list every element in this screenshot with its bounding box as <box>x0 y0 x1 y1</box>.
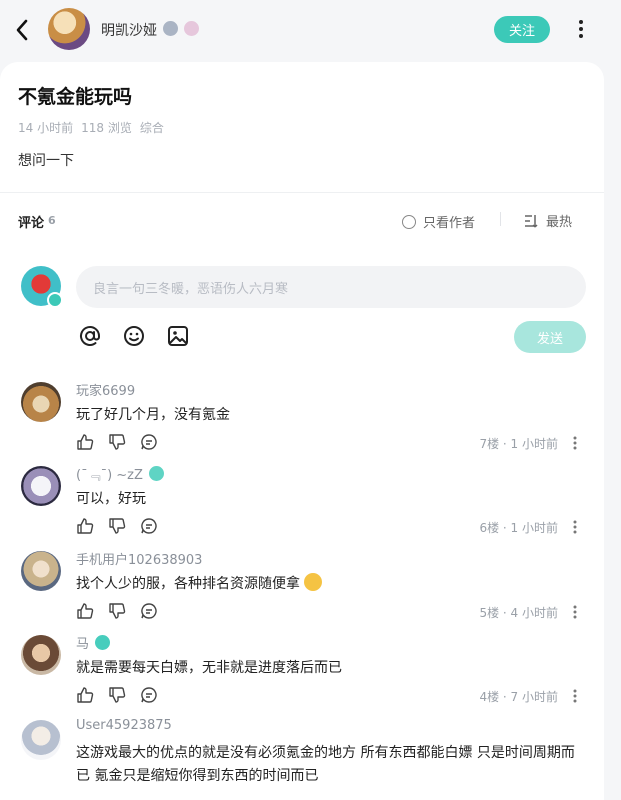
post-category: 综合 <box>139 121 164 135</box>
author-name[interactable]: 明凯沙娅 <box>101 20 157 40</box>
radio-icon <box>402 214 416 229</box>
comment-more-icon[interactable] <box>571 435 579 451</box>
username-text: User45923875 <box>76 718 172 733</box>
like-icon[interactable] <box>76 433 94 451</box>
like-icon[interactable] <box>76 602 94 620</box>
image-icon[interactable] <box>166 324 190 348</box>
comment-username[interactable]: 玩家6699 <box>76 380 135 399</box>
user-badge-icon <box>148 466 164 481</box>
like-icon[interactable] <box>76 686 94 704</box>
author-avatar[interactable] <box>48 8 90 50</box>
post-body: 想问一下 <box>18 153 74 169</box>
comment-actions <box>76 517 158 535</box>
post-views: 118 浏览 <box>81 121 132 135</box>
username-text: 手机用户102638903 <box>76 553 203 568</box>
comment-text-body: 找个人少的服，各种排名资源随便拿 <box>76 576 300 592</box>
comment-username[interactable]: (ˉ﹃ˉ) ~zZ <box>76 464 164 483</box>
comments-label: 评论 <box>18 216 45 231</box>
username-text: (ˉ﹃ˉ) ~zZ <box>76 468 143 483</box>
comment-avatar[interactable] <box>21 382 61 422</box>
comment-avatar[interactable] <box>21 720 61 760</box>
sort-icon <box>525 214 538 228</box>
post-card: 不氪金能玩吗 14 小时前 118 浏览 综合 想问一下 评论 6 只看作者 最… <box>0 62 604 800</box>
comment-text: 找个人少的服，各种排名资源随便拿 <box>76 573 586 596</box>
username-text: 马 <box>76 637 90 652</box>
medal-badge-icon <box>184 21 199 36</box>
dislike-icon[interactable] <box>108 517 126 535</box>
comment-floor-time: 7楼 · 1 小时前 <box>479 437 558 451</box>
follow-button[interactable]: 关注 <box>494 16 550 43</box>
comment-input[interactable]: 良言一句三冬暖，恶语伤人六月寒 <box>76 266 586 308</box>
comment-avatar[interactable] <box>21 635 61 675</box>
smile-emoji-icon <box>304 573 323 591</box>
comment-username[interactable]: 手机用户102638903 <box>76 549 202 568</box>
comment-username[interactable]: User45923875 <box>76 718 172 733</box>
comment-floor-time: 5楼 · 4 小时前 <box>479 606 558 620</box>
comment-username[interactable]: 马 <box>76 633 111 652</box>
mention-icon[interactable] <box>78 324 102 348</box>
comment-text: 可以，好玩 <box>76 491 146 507</box>
comment-text: 玩了好几个月，没有氪金 <box>76 407 230 423</box>
reply-icon[interactable] <box>140 517 158 535</box>
comment-more-icon[interactable] <box>571 688 579 704</box>
sort-toggle[interactable]: 最热 <box>523 211 572 230</box>
verified-icon <box>47 292 63 308</box>
top-bar: 明凯沙娅 关注 <box>0 0 621 60</box>
reply-icon[interactable] <box>140 602 158 620</box>
comment-avatar[interactable] <box>21 466 61 506</box>
comments-count: 6 <box>48 214 56 227</box>
comment-text: 就是需要每天白嫖，无非就是进度落后而已 <box>76 660 342 676</box>
send-button[interactable]: 发送 <box>514 321 586 353</box>
comment-text: 这游戏最大的优点的就是没有必须氪金的地方 所有东西都能白嫖 只是时间周期而已 氪… <box>76 745 575 784</box>
post-title: 不氪金能玩吗 <box>18 86 133 108</box>
dislike-icon[interactable] <box>108 686 126 704</box>
comment-more-icon[interactable] <box>571 604 579 620</box>
dislike-icon[interactable] <box>108 602 126 620</box>
reply-icon[interactable] <box>140 433 158 451</box>
sort-label: 最热 <box>546 215 573 230</box>
post-meta: 14 小时前 118 浏览 综合 <box>18 119 164 136</box>
emoji-icon[interactable] <box>122 324 146 348</box>
separator <box>500 212 501 226</box>
username-text: 玩家6699 <box>76 384 136 399</box>
comment-actions <box>76 686 158 704</box>
divider <box>0 192 604 193</box>
comment-floor-time: 6楼 · 1 小时前 <box>479 521 558 535</box>
comment-actions <box>76 602 158 620</box>
back-icon[interactable] <box>12 16 32 44</box>
like-icon[interactable] <box>76 517 94 535</box>
dislike-icon[interactable] <box>108 433 126 451</box>
comment-actions <box>76 433 158 451</box>
comment-avatar[interactable] <box>21 551 61 591</box>
comment-more-icon[interactable] <box>571 519 579 535</box>
comment-floor-time: 4楼 · 7 小时前 <box>479 690 558 704</box>
user-badge-icon <box>95 635 111 650</box>
reply-icon[interactable] <box>140 686 158 704</box>
post-time: 14 小时前 <box>18 121 74 135</box>
author-only-label: 只看作者 <box>423 216 476 231</box>
author-only-toggle[interactable]: 只看作者 <box>402 212 475 231</box>
more-options-icon[interactable] <box>570 17 592 41</box>
level-badge-icon <box>163 21 178 36</box>
